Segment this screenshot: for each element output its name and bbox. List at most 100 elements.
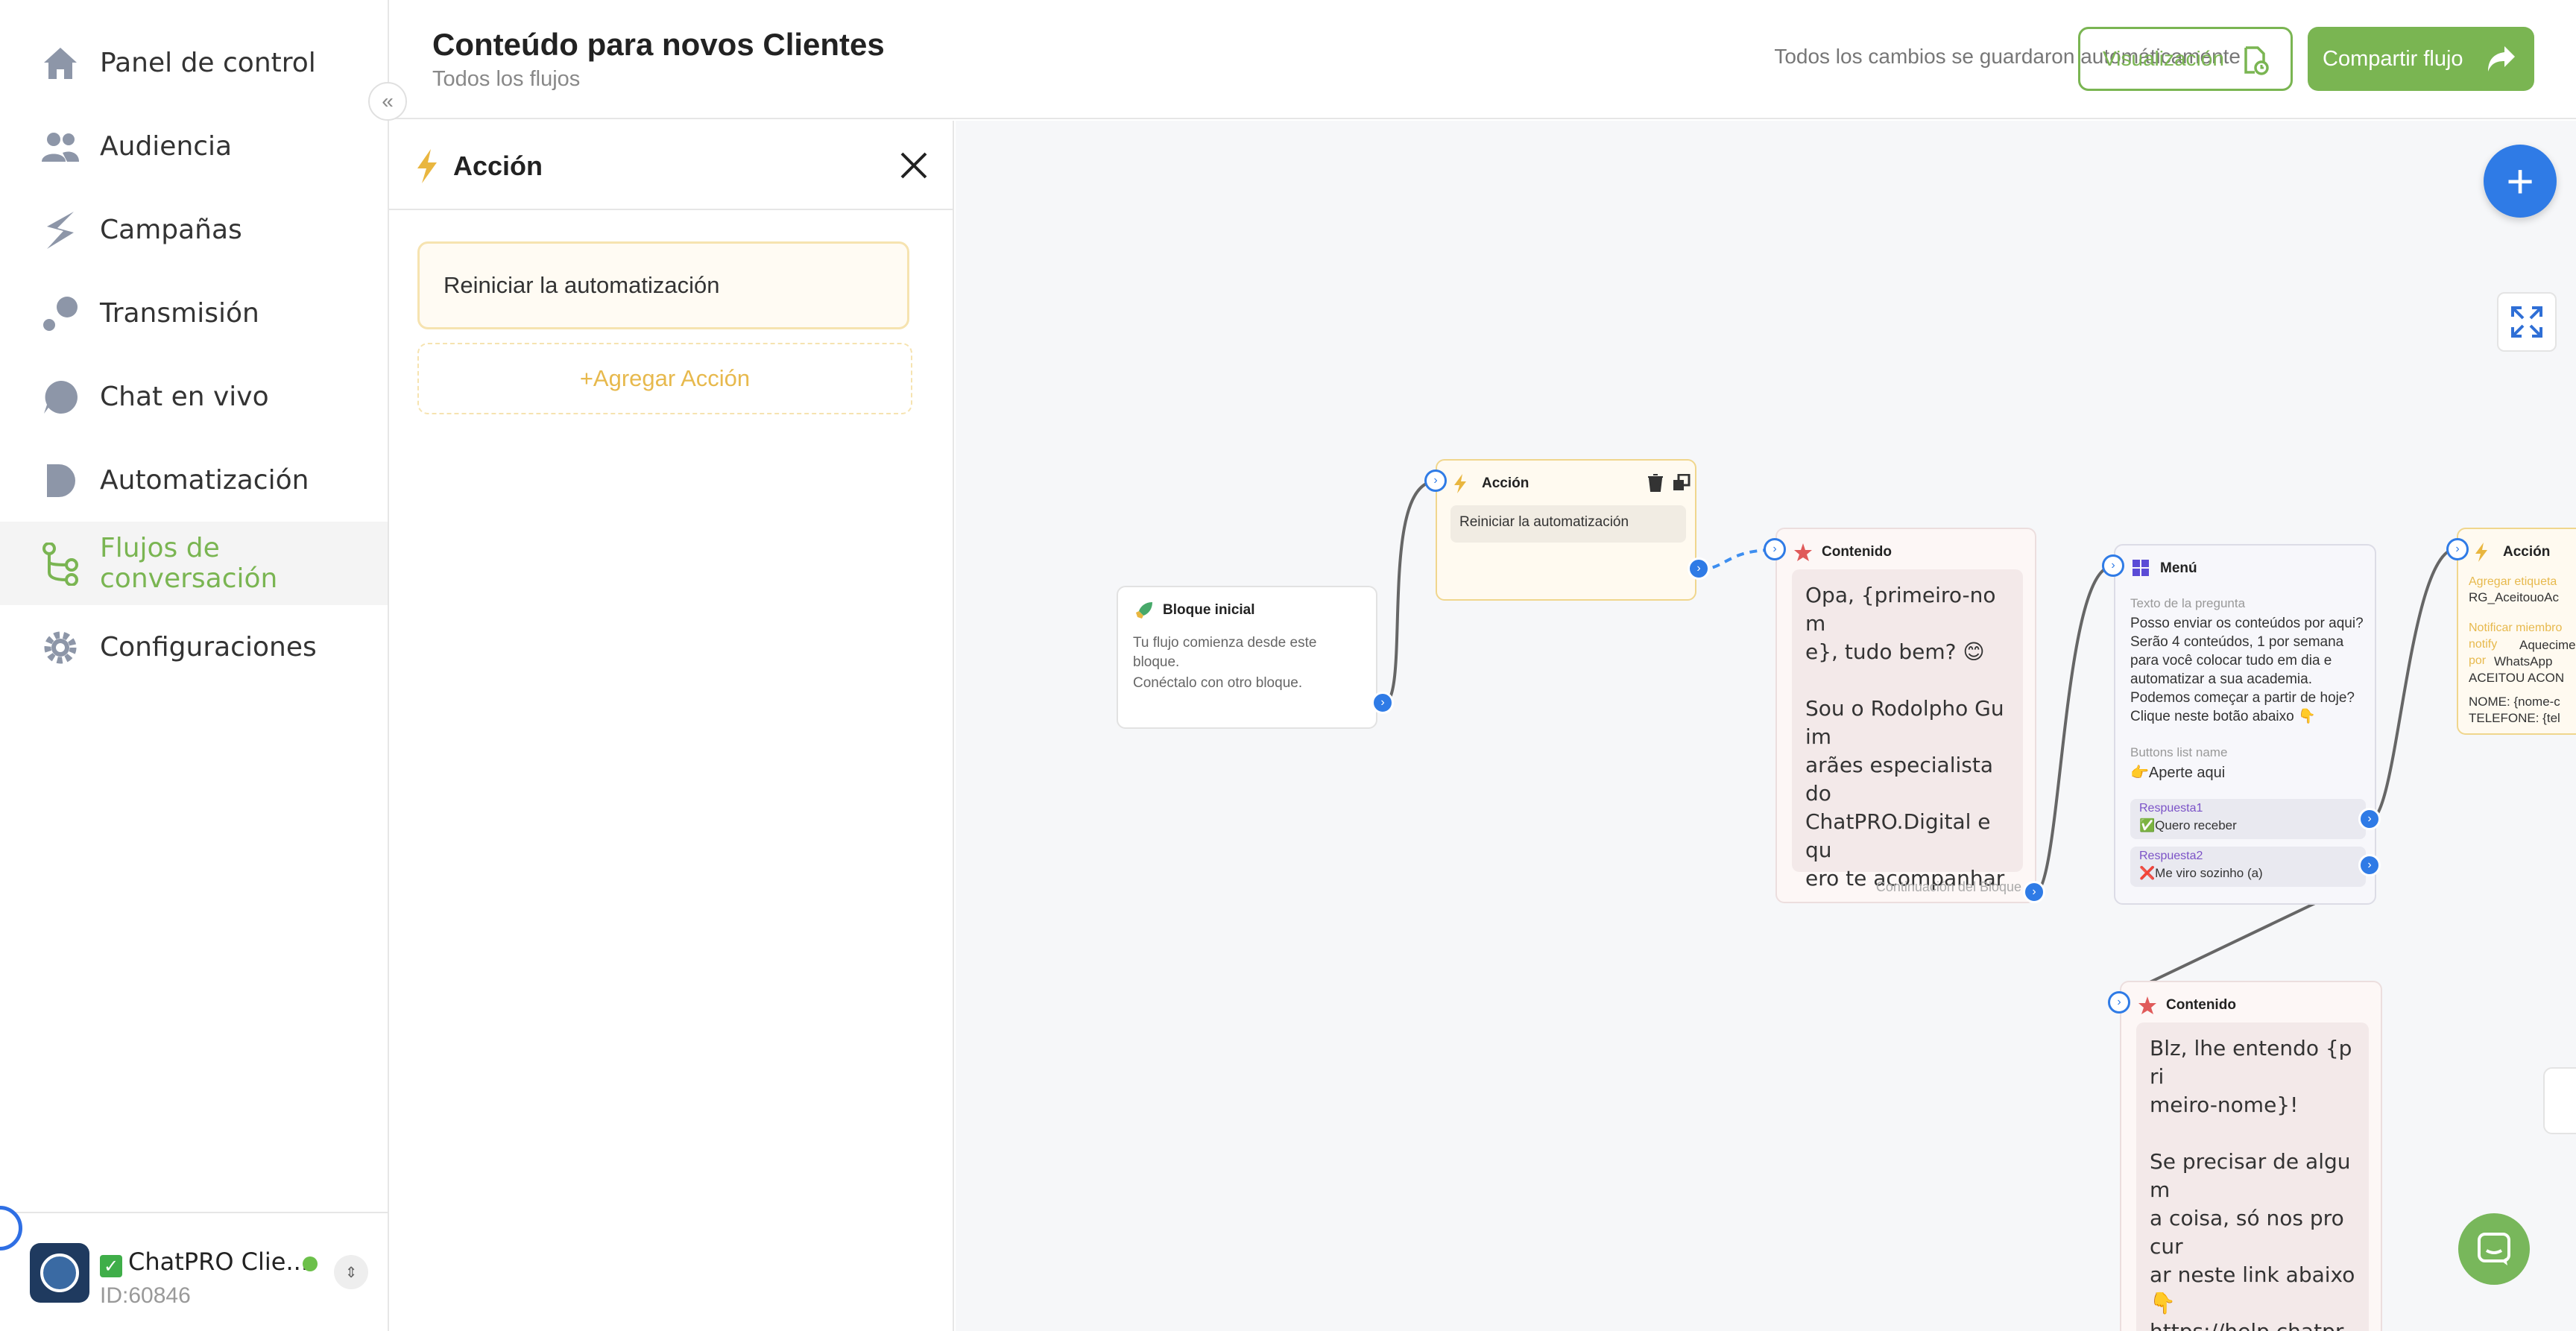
share-flow-button-label: Compartir flujo	[2323, 46, 2463, 71]
notify-value: Aquecime	[2519, 638, 2576, 652]
add-tag-value: RG_AceitouoAc	[2469, 590, 2559, 604]
support-chat-button[interactable]	[2458, 1213, 2530, 1285]
reply-option[interactable]: Respuesta1 ✅Quero receber	[2130, 799, 2366, 839]
share-arrow-icon	[2488, 46, 2515, 72]
sidebar: Panel de control Audiencia Campañas Tran…	[0, 0, 389, 1331]
account-name: ChatPRO Clie...	[128, 1248, 309, 1276]
lightning-icon	[417, 149, 437, 183]
lightning-icon	[2475, 543, 2494, 562]
question-text: Posso enviar os conteúdos por aqui? Serã…	[2130, 616, 2364, 724]
sidebar-item-label: Automatización	[100, 464, 309, 496]
content-node-greeting[interactable]: Contenido Opa, {primeiro-nom e}, tudo be…	[1775, 528, 2036, 903]
node-title: Contenido	[2166, 997, 2236, 1013]
star-icon	[1793, 543, 1813, 562]
fullscreen-button[interactable]	[2497, 292, 2557, 352]
sidebar-item-conversation-flows[interactable]: Flujos de conversación	[0, 522, 388, 605]
sidebar-item-campaigns[interactable]: Campañas	[0, 188, 388, 271]
sidebar-item-label: Campañas	[100, 214, 242, 245]
chevron-updown-icon[interactable]: ⇕	[334, 1255, 368, 1289]
action-item-restart-automation[interactable]: Reiniciar la automatización	[417, 241, 909, 329]
duplicate-icon[interactable]	[1673, 473, 1690, 492]
trash-icon[interactable]	[1647, 474, 1664, 492]
online-status-dot	[303, 1256, 318, 1271]
add-tag-label: Agregar etiqueta	[2469, 575, 2557, 588]
notify-label: por	[2469, 654, 2487, 667]
side-panel-tab[interactable]	[2543, 1067, 2576, 1134]
campaign-icon	[40, 210, 80, 250]
notify-value: ACEITOU ACON	[2469, 671, 2565, 685]
question-label: Texto de la pregunta	[2130, 596, 2246, 610]
sidebar-item-dashboard[interactable]: Panel de control	[0, 21, 388, 104]
panel-title: Acción	[453, 151, 543, 181]
close-icon[interactable]	[897, 149, 930, 182]
start-block-node[interactable]: Bloque inicial Tu flujo comienza desde e…	[1117, 586, 1377, 729]
sidebar-item-broadcast[interactable]: Transmisión	[0, 271, 388, 355]
rocket-icon	[1134, 601, 1154, 620]
action-node-tag[interactable]: Acción Agregar etiqueta RG_AceitouoAc No…	[2457, 528, 2576, 735]
buttons-list-name: 👉Aperte aqui	[2130, 765, 2226, 781]
verified-check-icon: ✓	[100, 1255, 122, 1277]
action-node-restart[interactable]: Acción Reiniciar la automatización	[1436, 459, 1696, 601]
broadcast-icon	[40, 294, 80, 334]
sidebar-item-label: Flujos de conversación	[100, 533, 278, 594]
input-port[interactable]: ›	[2102, 554, 2124, 577]
preview-button-label: Visualización	[2103, 47, 2224, 70]
notify-value: WhatsApp	[2494, 654, 2553, 668]
account-id: ID:60846	[100, 1283, 191, 1308]
node-title: Contenido	[1822, 544, 1892, 560]
node-title: Bloque inicial	[1163, 602, 1255, 618]
output-port[interactable]: ›	[2358, 808, 2381, 830]
content-message: Opa, {primeiro-nom e}, tudo bem? 😊 Sou o…	[1792, 569, 2023, 902]
node-text: bloque.	[1133, 654, 1180, 670]
reply-option[interactable]: Respuesta2 ❌Me viro sozinho (a)	[2130, 847, 2366, 887]
notify-label: notify	[2469, 638, 2498, 651]
menu-node[interactable]: Menú Texto de la pregunta Posso enviar o…	[2114, 544, 2376, 905]
block-continuation-label: Continuación del Bloque	[1875, 879, 2021, 894]
notify-name-line: NOME: {nome-c	[2469, 695, 2560, 709]
reply-label: Respuesta2	[2139, 850, 2203, 862]
chat-bubble-icon	[2478, 1233, 2510, 1265]
node-action-item: Reiniciar la automatización	[1450, 505, 1686, 543]
panel-header: Acción	[389, 121, 954, 210]
output-port[interactable]: ›	[2023, 881, 2045, 903]
content-message: Blz, lhe entendo {pri meiro-nome}! Se pr…	[2136, 1022, 2369, 1331]
sidebar-item-automation[interactable]: Automatización	[0, 438, 388, 522]
output-port[interactable]: ›	[2358, 854, 2381, 876]
sidebar-item-audience[interactable]: Audiencia	[0, 104, 388, 188]
account-switcher[interactable]: ✓ ChatPRO Clie... ID:60846 ⇕	[0, 1212, 388, 1331]
breadcrumb[interactable]: Todos los flujos	[432, 67, 580, 92]
preview-button[interactable]: Visualización	[2078, 27, 2293, 91]
chat-icon	[40, 377, 80, 417]
menu-grid-icon	[2132, 559, 2151, 578]
content-node-support[interactable]: Contenido Blz, lhe entendo {pri meiro-no…	[2120, 981, 2382, 1331]
add-action-button[interactable]: +Agregar Acción	[417, 343, 912, 414]
account-logo	[30, 1243, 89, 1303]
collapse-sidebar-button[interactable]: «	[368, 82, 407, 121]
sidebar-item-label: Configuraciones	[100, 631, 317, 663]
input-port[interactable]: ›	[2108, 991, 2130, 1014]
automation-icon	[40, 461, 80, 501]
sidebar-item-label: Chat en vivo	[100, 381, 269, 412]
sidebar-item-settings[interactable]: Configuraciones	[0, 605, 388, 689]
users-icon	[40, 127, 80, 167]
share-flow-button[interactable]: Compartir flujo	[2308, 27, 2534, 91]
input-port[interactable]: ›	[1764, 538, 1786, 560]
lightning-icon	[1453, 474, 1473, 493]
gear-icon	[40, 627, 80, 668]
output-port[interactable]: ›	[1371, 692, 1394, 714]
flow-icon	[40, 543, 80, 586]
notify-phone-line: TELEFONE: {tel	[2469, 711, 2560, 725]
sidebar-item-label: Audiencia	[100, 130, 233, 162]
sidebar-item-label: Transmisión	[100, 297, 259, 329]
sidebar-item-live-chat[interactable]: Chat en vivo	[0, 355, 388, 438]
flow-canvas[interactable]: Bloque inicial Tu flujo comienza desde e…	[956, 121, 2576, 1331]
output-port[interactable]: ›	[1688, 557, 1710, 580]
page-header: Conteúdo para novos Clientes Todos los f…	[389, 0, 2576, 119]
preview-file-icon	[2244, 46, 2269, 75]
node-text: Tu flujo comienza desde este	[1133, 635, 1317, 651]
input-port[interactable]: ›	[2446, 538, 2469, 560]
input-port[interactable]: ›	[1424, 470, 1447, 492]
page-title: Conteúdo para novos Clientes	[432, 27, 885, 62]
node-title: Menú	[2160, 560, 2197, 576]
add-block-button[interactable]: +	[2484, 145, 2557, 218]
